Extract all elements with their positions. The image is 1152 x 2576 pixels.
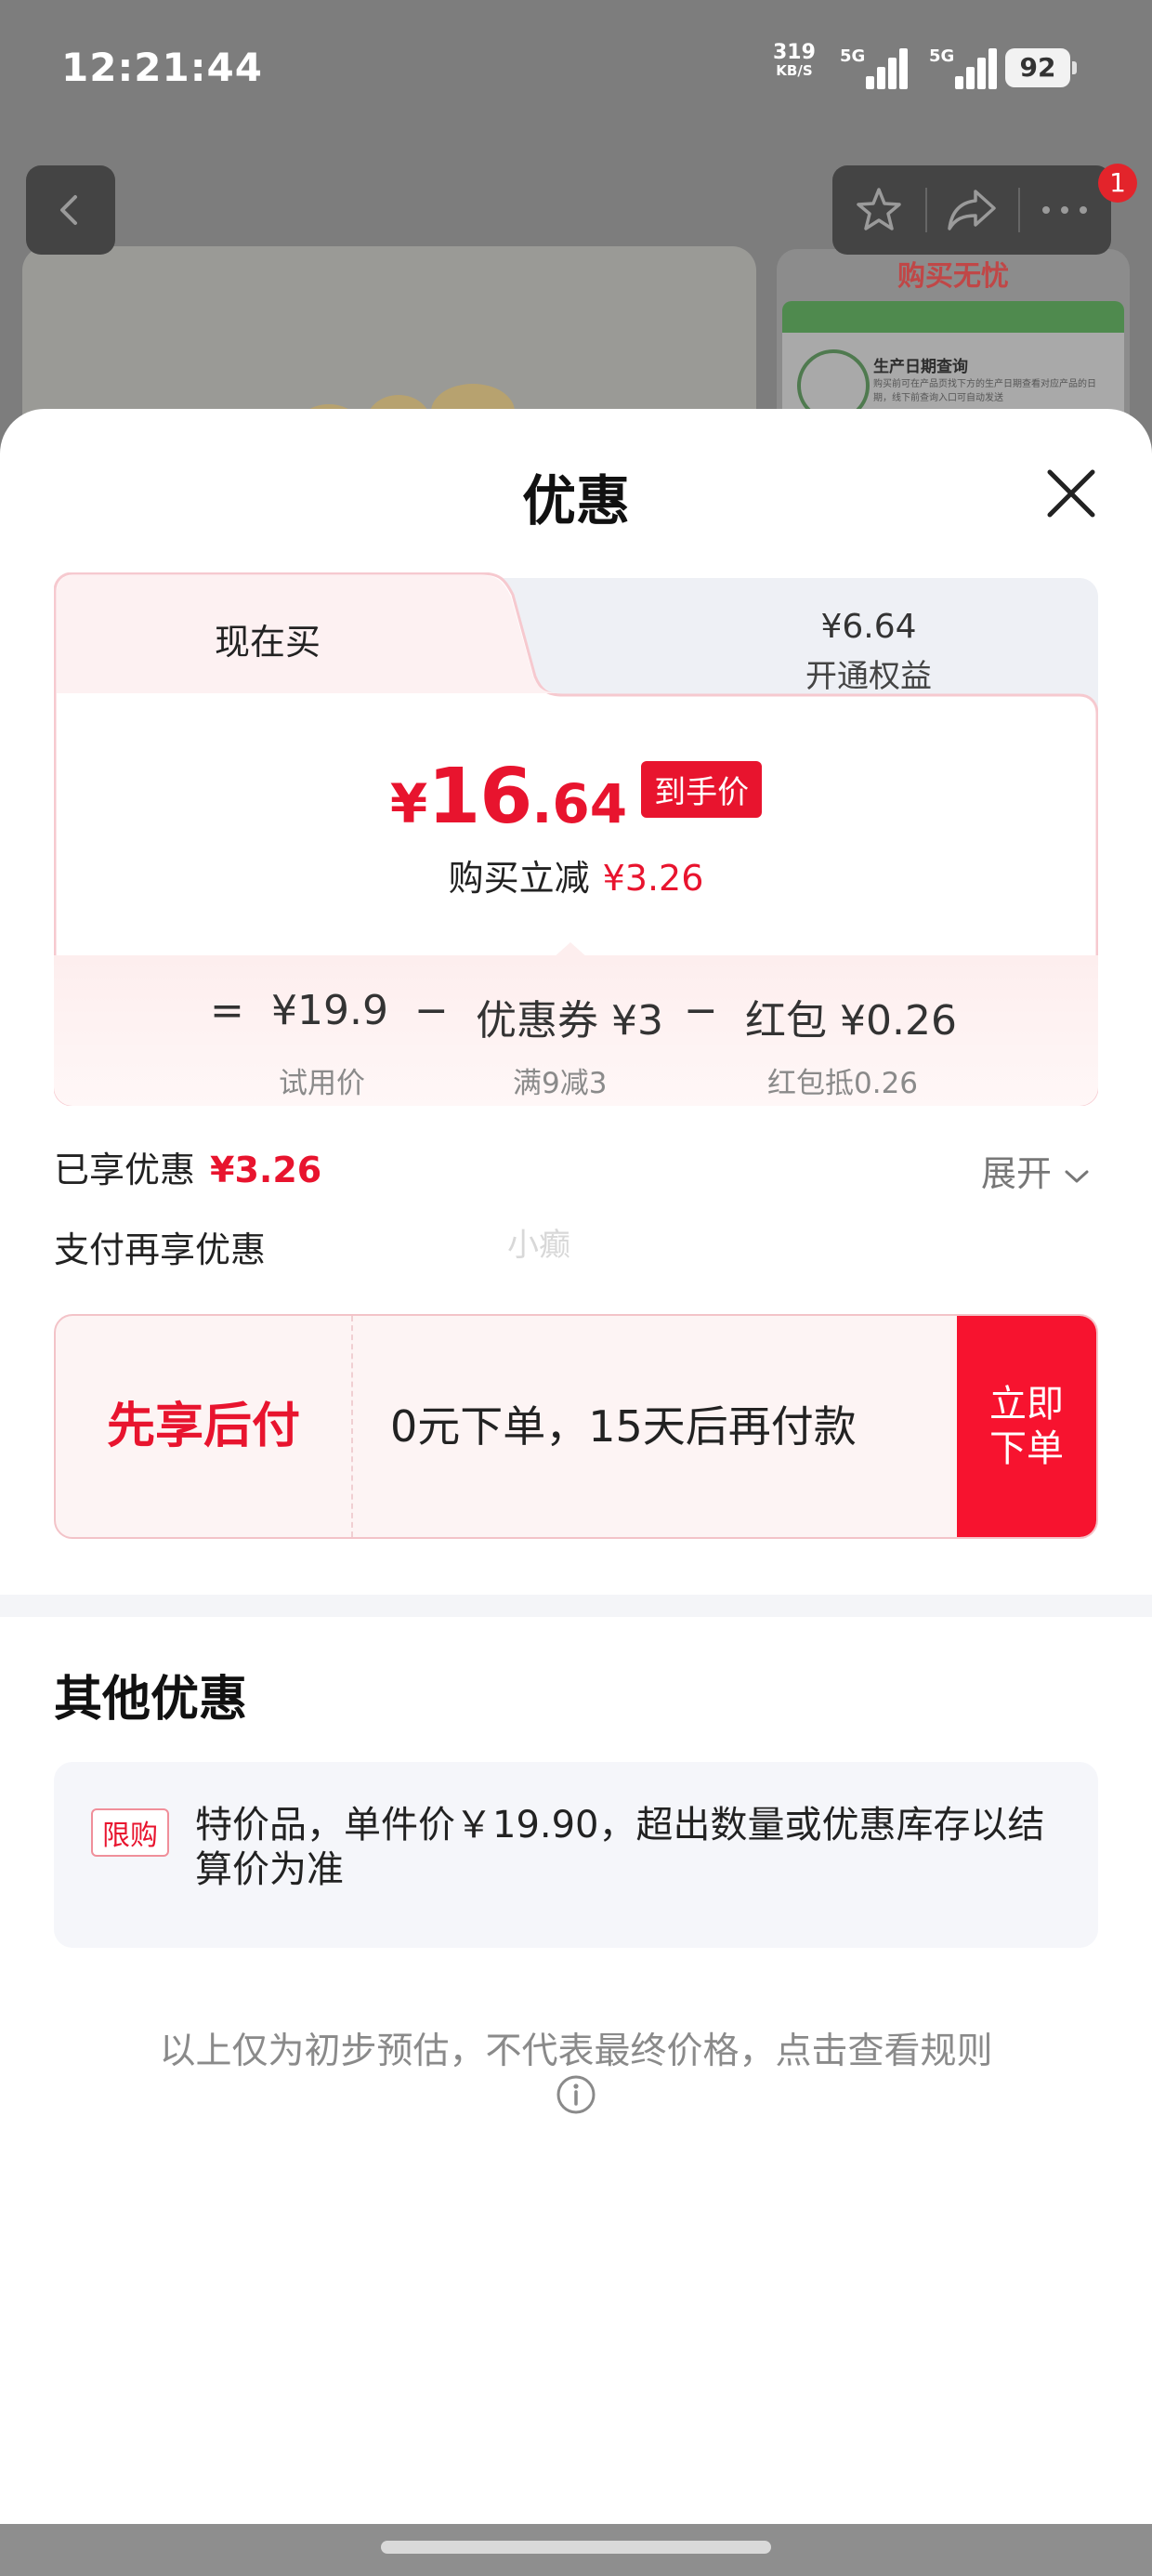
price-tabs-card: ¥6.64 开通权益 现在买 ¥16.64 到手价 购买立减 ¥3.26 = ¥1… [54, 572, 1098, 1106]
home-indicator[interactable] [381, 2541, 771, 2554]
purchase-limit-text: 特价品，单件价￥19.90，超出数量或优惠库存以结算价为准 [195, 1804, 1045, 1891]
final-price: ¥16.64 [390, 753, 627, 841]
star-icon [857, 188, 901, 230]
more-button[interactable] [1018, 165, 1111, 255]
pay-more-label: 支付再享优惠 [54, 1229, 267, 1270]
trial-price-caption: 试用价 [279, 1067, 365, 1100]
network-speed-unit: KB/S [776, 62, 813, 79]
purchase-limit-tag: 限购 [91, 1808, 169, 1857]
close-icon [1047, 469, 1095, 518]
close-button[interactable] [1039, 461, 1104, 526]
expand-button[interactable]: 展开 [981, 1145, 1091, 1196]
order-now-line2: 下单 [989, 1427, 1064, 1470]
status-time: 12:21:44 [61, 45, 263, 90]
pay-later-title: 先享后付 [56, 1316, 353, 1537]
guarantee-card-bar [782, 301, 1124, 333]
other-discounts-title: 其他优惠 [54, 1672, 248, 1728]
sheet-title: 优惠 [521, 469, 630, 532]
battery-indicator: 92 [1005, 48, 1077, 87]
final-price-currency: ¥ [389, 772, 428, 835]
network-speed-value: 319 [773, 41, 816, 64]
enjoyed-discount-amount: ¥3.26 [210, 1150, 322, 1190]
pay-later-option[interactable]: 先享后付 0元下单，15天后再付款 立即 下单 [54, 1314, 1098, 1539]
notification-badge: 1 [1098, 164, 1137, 203]
guarantee-card-header: 购买无忧 [897, 260, 1009, 293]
signal-icon: 5G [929, 41, 1000, 89]
section-divider [0, 1595, 1152, 1617]
price-disclaimer-link[interactable]: 以上仅为初步预估，不代表最终价格，点击查看规则 [0, 2022, 1152, 2074]
equals-sign: = [210, 987, 244, 1034]
tab-buy-now[interactable]: 现在买 [54, 613, 481, 664]
final-price-integer: 16 [427, 753, 532, 841]
coupon-caption: 满9减3 [513, 1067, 608, 1100]
network-speed: 319 KB/S [773, 41, 816, 79]
enjoyed-discount: 已享优惠 ¥3.26 [54, 1141, 321, 1192]
share-icon [948, 190, 996, 230]
chevron-left-icon [60, 195, 77, 225]
back-button[interactable] [26, 165, 115, 255]
favorite-button[interactable] [832, 165, 925, 255]
status-bar: 12:21:44 319 KB/S 5G 5G 92 [0, 0, 1152, 139]
final-price-decimal: .64 [531, 772, 628, 835]
redpacket-amount: 红包 ¥0.26 [745, 997, 957, 1045]
instant-saving-label: 购买立减 [448, 858, 590, 899]
instant-saving: 购买立减 ¥3.26 [54, 849, 1098, 900]
redpacket-caption: 红包抵0.26 [767, 1067, 919, 1100]
order-now-button[interactable]: 立即 下单 [957, 1316, 1096, 1537]
sim1-label: 5G [840, 46, 866, 66]
pay-later-desc: 0元下单，15天后再付款 [390, 1401, 857, 1452]
expand-label: 展开 [981, 1153, 1053, 1194]
coupon-amount: 优惠券 ¥3 [476, 997, 663, 1045]
signal-icon: 5G [840, 41, 910, 89]
guarantee-card-item-desc: 购买前可在产品页找下方的生产日期查看对应产品的日期，线下前查询入口可自动发送 [873, 379, 1096, 403]
price-breakdown: = ¥19.9 − 优惠券 ¥3 − 红包 ¥0.26 试用价 满9减3 红包抵… [54, 942, 1098, 1106]
final-price-tag: 到手价 [641, 761, 763, 818]
enjoyed-discount-label: 已享优惠 [54, 1150, 196, 1190]
watermark: 小癫 [507, 1227, 570, 1264]
trial-price: ¥19.9 [271, 987, 388, 1034]
final-price-row: ¥16.64 到手价 [54, 753, 1098, 841]
minus-sign: − [414, 987, 449, 1034]
order-now-line1: 立即 [989, 1383, 1064, 1426]
minus-sign: − [684, 987, 718, 1034]
discount-sheet: 优惠 ¥6.64 开通权益 现在买 ¥16.64 到手价 购买立减¥3.26 [0, 409, 1152, 2576]
share-button[interactable] [925, 165, 1018, 255]
instant-saving-amount: ¥3.26 [602, 858, 704, 899]
guarantee-card-item-title: 生产日期查询 [873, 358, 968, 376]
purchase-limit-card: 限购 特价品，单件价￥19.90，超出数量或优惠库存以结算价为准 [54, 1762, 1098, 1948]
top-actions [832, 165, 1111, 255]
breakdown-pointer [552, 942, 589, 959]
info-icon[interactable] [556, 2074, 596, 2115]
more-icon [1042, 206, 1087, 214]
chevron-down-icon [1065, 1170, 1089, 1183]
sim2-label: 5G [929, 46, 955, 66]
